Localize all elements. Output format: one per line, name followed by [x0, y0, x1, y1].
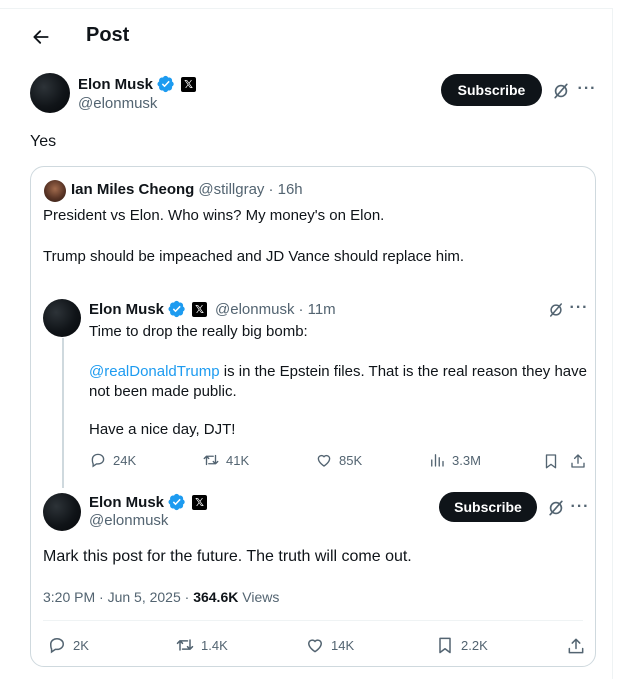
- reply-icon: [89, 451, 107, 469]
- more-icon[interactable]: ···: [569, 298, 589, 318]
- bookmark-count: 2.2K: [461, 637, 488, 653]
- repost-count: 41K: [226, 452, 250, 468]
- grok-icon: [547, 301, 565, 319]
- share-button[interactable]: [565, 635, 587, 657]
- thread-connector: [62, 338, 64, 488]
- back-arrow-icon: [33, 30, 49, 44]
- page-title: Post: [86, 24, 130, 46]
- thread1-time: · 11m: [298, 300, 336, 318]
- quoted-author-handle: @stillgray: [198, 181, 265, 198]
- thread1-author-name: Elon Musk: [89, 300, 165, 318]
- reply-icon: [47, 635, 67, 655]
- x-logo-icon: 𝕏: [192, 494, 208, 510]
- like-button[interactable]: 85K: [315, 451, 362, 469]
- top-border: [0, 8, 613, 9]
- main-author-row: Elon Musk 𝕏: [78, 75, 197, 93]
- thread2-author-name: Elon Musk: [89, 493, 165, 511]
- repost-button[interactable]: 41K: [202, 451, 249, 469]
- quoted-avatar: [44, 180, 66, 202]
- thread1-author-handle: @elonmusk: [215, 300, 295, 318]
- views-button[interactable]: 3.3M: [428, 451, 481, 469]
- quoted-author-row: Ian Miles Cheong @stillgray · 16h: [71, 181, 303, 198]
- thread2-grok-button[interactable]: [545, 497, 567, 519]
- views-icon: [428, 451, 446, 469]
- views-label: Views: [238, 589, 280, 605]
- share-icon: [566, 636, 586, 656]
- reply-button[interactable]: 24K: [89, 451, 136, 469]
- divider: [43, 620, 583, 621]
- bookmark-button[interactable]: 2.2K: [435, 635, 488, 655]
- like-icon: [315, 451, 333, 469]
- quoted-time: · 16h: [268, 181, 303, 198]
- grok-icon: [551, 81, 571, 101]
- post-text: Yes: [30, 133, 57, 150]
- reply-count: 24K: [113, 452, 137, 468]
- quoted-text-line1: President vs Elon. Who wins? My money's …: [43, 207, 385, 224]
- verified-badge-icon[interactable]: [157, 75, 175, 93]
- page-header: Post: [0, 18, 612, 56]
- thread2-subscribe-button[interactable]: Subscribe: [439, 492, 537, 522]
- timestamp[interactable]: 3:20 PM · Jun 5, 2025 ·: [43, 589, 193, 605]
- thread1-text-line2: @realDonaldTrump is in the Epstein files…: [89, 362, 589, 402]
- grok-button[interactable]: [550, 80, 572, 102]
- share-button[interactable]: [568, 451, 588, 471]
- verified-badge-icon: [168, 300, 186, 318]
- views-count: 3.3M: [452, 452, 481, 468]
- share-icon: [569, 452, 587, 470]
- bookmark-icon: [435, 635, 455, 655]
- verified-badge-icon: [168, 493, 186, 511]
- subscribe-button[interactable]: Subscribe: [441, 74, 542, 106]
- thread1-author-row: Elon Musk 𝕏 @elonmusk · 11m: [89, 300, 336, 318]
- like-count: 14K: [331, 637, 355, 653]
- thread2-author-handle: @elonmusk: [89, 512, 169, 529]
- thread2-text: Mark this post for the future. The truth…: [43, 548, 412, 565]
- repost-icon: [202, 451, 220, 469]
- post-meta: 3:20 PM · Jun 5, 2025 · 364.6K Views: [43, 587, 279, 607]
- right-border: [612, 8, 613, 679]
- views-total: 364.6K: [193, 589, 239, 605]
- thread1-avatar: [43, 299, 81, 337]
- quoted-author-name: Ian Miles Cheong: [71, 181, 195, 198]
- like-icon: [305, 635, 325, 655]
- quoted-text-line2: Trump should be impeached and JD Vance s…: [43, 248, 465, 265]
- more-icon[interactable]: ···: [576, 78, 598, 100]
- thread1-grok-button[interactable]: [546, 300, 566, 320]
- back-button[interactable]: [26, 22, 56, 52]
- like-count: 85K: [339, 452, 363, 468]
- reply-count: 2K: [73, 637, 89, 653]
- avatar[interactable]: [30, 73, 70, 113]
- author-handle[interactable]: @elonmusk: [78, 95, 157, 112]
- author-name[interactable]: Elon Musk: [78, 76, 153, 93]
- mention-link[interactable]: @realDonaldTrump: [89, 363, 220, 380]
- x-logo-icon: 𝕏: [192, 301, 208, 317]
- x-logo-icon: 𝕏: [181, 76, 197, 92]
- bookmark-button[interactable]: [541, 451, 561, 471]
- thread2-author-row: Elon Musk 𝕏: [89, 493, 208, 511]
- more-icon[interactable]: ···: [569, 496, 591, 518]
- thread1-text-line3: Have a nice day, DJT!: [89, 421, 236, 438]
- reply-button[interactable]: 2K: [47, 635, 89, 655]
- repost-count: 1.4K: [201, 637, 228, 653]
- thread1-text-line1: Time to drop the really big bomb:: [89, 323, 308, 340]
- grok-icon: [546, 498, 566, 518]
- repost-button[interactable]: 1.4K: [175, 635, 228, 655]
- thread2-avatar: [43, 493, 81, 531]
- like-button[interactable]: 14K: [305, 635, 354, 655]
- bookmark-icon: [542, 452, 560, 470]
- repost-icon: [175, 635, 195, 655]
